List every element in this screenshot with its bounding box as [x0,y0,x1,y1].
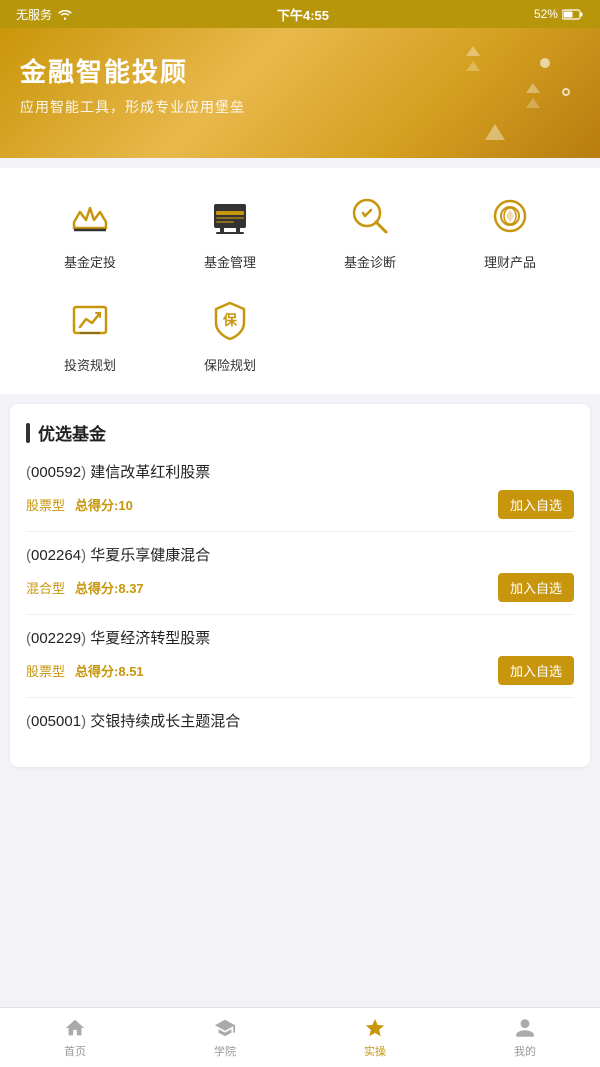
nav-item-home[interactable]: 首页 [0,1008,150,1067]
nav-label-academy: 学院 [214,1043,236,1059]
fund-section: 优选基金 (000592) 建信改革红利股票 股票型 总得分:10 加入自选 [10,404,590,767]
title-bar [26,423,30,443]
nav-label-practice: 实操 [364,1043,386,1059]
fund-meta-1: 混合型 总得分:8.37 加入自选 [26,573,574,602]
deco-circle [540,58,550,68]
grid-label-fund-manage: 基金管理 [204,252,256,271]
hero-title: 金融智能投顾 [20,52,580,89]
status-time: 下午4:55 [277,5,329,24]
deco-arrow-up [485,124,505,140]
grid-label-fund-diagnose: 基金诊断 [344,252,396,271]
grid-label-fund-fixed: 基金定投 [64,252,116,271]
fund-name-1: (002264) 华夏乐享健康混合 [26,544,574,565]
fund-meta-2: 股票型 总得分:8.51 加入自选 [26,656,574,685]
nav-item-practice[interactable]: 实操 [300,1008,450,1067]
fund-type-1: 混合型 [26,578,65,597]
nav-item-academy[interactable]: 学院 [150,1008,300,1067]
nav-label-mine: 我的 [514,1043,536,1059]
deco-arrows-right [526,83,540,108]
wifi-icon [58,9,72,20]
add-btn-0[interactable]: 加入自选 [498,490,574,519]
grid-section: 基金定投 基金管理 [0,168,600,394]
grid-item-fund-diagnose[interactable]: 基金诊断 [300,188,440,271]
grid-label-wealth-product: 理财产品 [484,252,536,271]
nav-label-home: 首页 [64,1043,86,1059]
bottom-nav: 首页 学院 实操 我的 [0,1007,600,1067]
mine-icon [513,1016,537,1040]
deco-circle-outline [562,88,570,96]
invest-plan-icon [62,291,118,347]
wealth-product-icon [482,188,538,244]
section-title: 优选基金 [26,420,574,445]
fund-item-2: (002229) 华夏经济转型股票 股票型 总得分:8.51 加入自选 [26,627,574,698]
fund-name-0: (000592) 建信改革红利股票 [26,461,574,482]
hero-banner: 金融智能投顾 应用智能工具，形成专业应用堡垒 [0,28,600,158]
grid-item-fund-fixed[interactable]: 基金定投 [20,188,160,271]
status-battery: 52% [534,7,584,21]
nav-item-mine[interactable]: 我的 [450,1008,600,1067]
hero-subtitle: 应用智能工具，形成专业应用堡垒 [20,97,580,117]
icon-grid: 基金定投 基金管理 [10,188,590,271]
battery-icon [562,9,584,20]
deco-arrows-left [466,46,480,71]
fund-score-1: 总得分:8.37 [75,578,144,597]
academy-icon [213,1016,237,1040]
fund-item-3: (005001) 交银持续成长主题混合 [26,710,574,751]
grid-item-fund-manage[interactable]: 基金管理 [160,188,300,271]
fund-score-0: 总得分:10 [75,495,133,514]
fund-meta-left-0: 股票型 总得分:10 [26,495,133,514]
fund-manage-icon [202,188,258,244]
grid-placeholder-1 [300,291,440,374]
fund-meta-left-2: 股票型 总得分:8.51 [26,661,144,680]
svg-text:保: 保 [222,312,238,328]
add-btn-2[interactable]: 加入自选 [498,656,574,685]
fund-item-1: (002264) 华夏乐享健康混合 混合型 总得分:8.37 加入自选 [26,544,574,615]
fund-meta-0: 股票型 总得分:10 加入自选 [26,490,574,519]
grid-item-wealth-product[interactable]: 理财产品 [440,188,580,271]
grid-label-insurance-plan: 保险规划 [204,355,256,374]
status-carrier: 无服务 [16,6,72,23]
icon-grid-row2: 投资规划 保 保险规划 [10,291,590,374]
fund-meta-left-1: 混合型 总得分:8.37 [26,578,144,597]
grid-item-insurance-plan[interactable]: 保 保险规划 [160,291,300,374]
fund-item-0: (000592) 建信改革红利股票 股票型 总得分:10 加入自选 [26,461,574,532]
fund-type-0: 股票型 [26,495,65,514]
grid-item-invest-plan[interactable]: 投资规划 [20,291,160,374]
status-bar: 无服务 下午4:55 52% [0,0,600,28]
insurance-plan-icon: 保 [202,291,258,347]
home-icon [63,1016,87,1040]
fund-name-2: (002229) 华夏经济转型股票 [26,627,574,648]
grid-label-invest-plan: 投资规划 [64,355,116,374]
grid-placeholder-2 [440,291,580,374]
practice-icon [363,1016,387,1040]
fund-fixed-icon [62,188,118,244]
fund-diagnose-icon [342,188,398,244]
add-btn-1[interactable]: 加入自选 [498,573,574,602]
fund-name-3: (005001) 交银持续成长主题混合 [26,710,574,731]
fund-score-2: 总得分:8.51 [75,661,144,680]
fund-type-2: 股票型 [26,661,65,680]
